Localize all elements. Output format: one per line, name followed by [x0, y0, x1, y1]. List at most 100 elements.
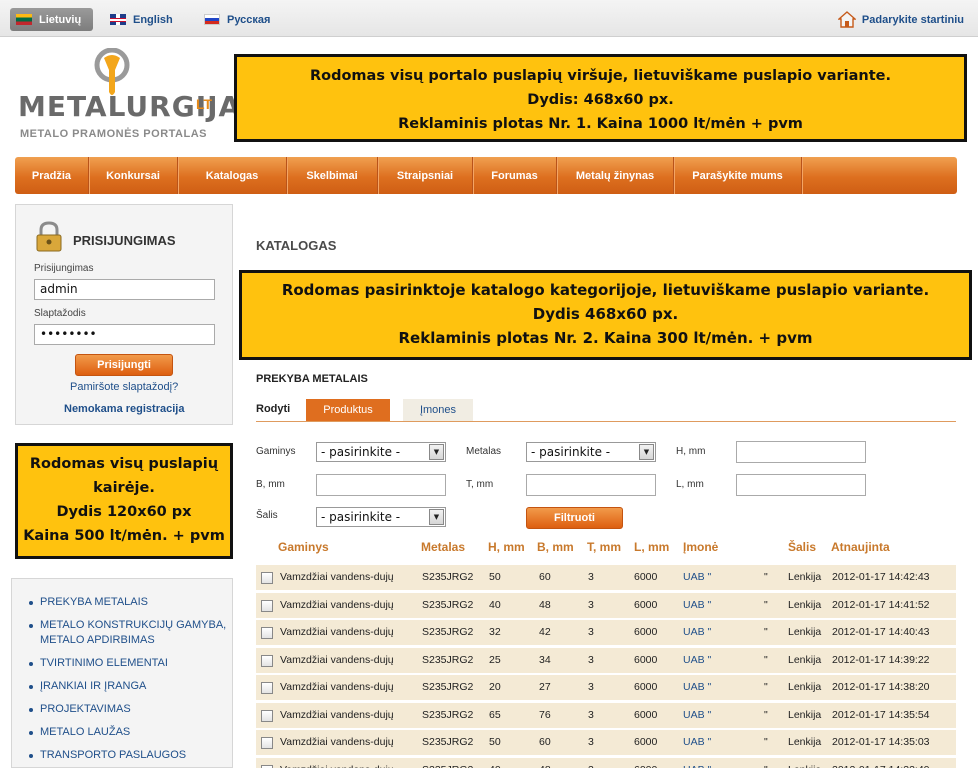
nav-item-contact[interactable]: Parašykite mums [674, 157, 802, 194]
cell-metal: S235JRG2 [422, 681, 474, 693]
lang-english[interactable]: English [110, 8, 173, 31]
product-select-value: - pasirinkite - [321, 445, 401, 459]
cell-length: 6000 [634, 764, 657, 768]
cell-product: Vamzdžiai vandens-dujų [280, 681, 394, 693]
lang-lithuanian[interactable]: Lietuvių [10, 8, 93, 31]
col-header-product[interactable]: Gaminys [278, 540, 329, 554]
category-item[interactable]: TVIRTINIMO ELEMENTAI [26, 656, 232, 671]
cell-height: 50 [489, 571, 501, 583]
col-header-length[interactable]: L, mm [634, 540, 669, 554]
metal-select[interactable]: - pasirinkite - ▼ [526, 442, 656, 462]
cell-company[interactable]: UAB " [683, 736, 711, 748]
tab-companies[interactable]: Įmones [403, 399, 473, 421]
cell-metal: S235JRG2 [422, 598, 474, 611]
lang-russian[interactable]: Русская [204, 8, 270, 31]
table-row[interactable]: Vamzdžiai vandens-dujų S235JRG2 40 48 3 6000 U… [256, 592, 956, 618]
category-item[interactable]: METALO LAUŽAS [26, 725, 232, 740]
cell-product: Vamzdžiai vandens-dujų [280, 708, 394, 721]
logo-subtitle: METALO PRAMONĖS PORTALAS [20, 128, 207, 140]
table-row[interactable]: Vamzdžiai vandens-dujų S235JRG2 25 34 3 6000 U… [256, 647, 956, 673]
row-checkbox[interactable] [261, 654, 273, 667]
category-item[interactable]: METALO KONSTRUKCIJŲ GAMYBA, METALO APDIR… [26, 618, 232, 648]
nav-item-catalog[interactable]: Katalogas [178, 157, 287, 194]
cell-company[interactable]: UAB " [683, 626, 711, 638]
cell-product: Vamzdžiai vandens-dujų [280, 598, 394, 611]
width-input[interactable] [316, 474, 446, 496]
height-input[interactable] [736, 441, 866, 463]
col-header-width[interactable]: B, mm [537, 540, 574, 554]
metal-filter-label: Metalas [466, 446, 502, 457]
cell-company[interactable]: UAB " [683, 571, 711, 583]
category-item[interactable]: TRANSPORTO PASLAUGOS [26, 748, 232, 763]
cell-company[interactable]: UAB " [683, 599, 711, 611]
cell-updated: 2012-01-17 14:35:54 [832, 708, 930, 721]
make-homepage-link[interactable]: Padarykite startiniu [837, 11, 964, 28]
category-list: PREKYBA METALAIS METALO KONSTRUKCIJŲ GAM… [11, 578, 233, 768]
row-checkbox[interactable] [261, 572, 273, 584]
col-header-company[interactable]: Įmonė [683, 540, 718, 554]
thickness-input[interactable] [526, 474, 656, 496]
site-logo[interactable]: METALURGIJA LT METALO PRAMONĖS PORTALAS [18, 48, 240, 148]
cell-company-suffix: " [764, 736, 768, 748]
row-checkbox[interactable] [261, 599, 273, 612]
nav-item-metal-handbook[interactable]: Metalų žinynas [557, 157, 674, 194]
thickness-filter-label: T, mm [466, 479, 494, 490]
cell-company[interactable]: UAB " [683, 654, 711, 666]
ad-banner-top[interactable]: Rodomas visų portalo puslapių viršuje, l… [234, 54, 967, 142]
login-button[interactable]: Prisijungti [75, 354, 173, 376]
length-input[interactable] [736, 474, 866, 496]
cell-company[interactable]: UAB " [683, 709, 711, 721]
length-filter-label: L, mm [676, 479, 704, 490]
cell-length: 6000 [634, 571, 658, 583]
row-checkbox[interactable] [261, 627, 273, 639]
table-row[interactable]: Vamzdžiai vandens-dujų S235JRG2 50 60 3 6000 U… [256, 565, 956, 590]
nav-item-forum[interactable]: Forumas [473, 157, 557, 194]
ad-banner-catalog[interactable]: Rodomas pasirinktoje katalogo kategorijo… [239, 270, 972, 360]
row-checkbox[interactable] [261, 737, 273, 749]
table-row[interactable]: Vamzdžiai vandens-dujų S235JRG2 32 42 3 6000 U… [256, 620, 956, 645]
product-select[interactable]: - pasirinkite - ▼ [316, 442, 446, 462]
country-select[interactable]: - pasirinkite - ▼ [316, 507, 446, 527]
nav-item-home[interactable]: Pradžia [15, 157, 89, 194]
register-link[interactable]: Nemokama registracija [64, 403, 184, 415]
nav-item-articles[interactable]: Straipsniai [378, 157, 473, 194]
category-item[interactable]: PROJEKTAVIMAS [26, 702, 232, 717]
cell-height: 32 [489, 626, 501, 638]
cell-updated: 2012-01-17 14:42:43 [832, 571, 930, 583]
row-checkbox[interactable] [261, 682, 273, 694]
table-row[interactable]: Vamzdžiai vandens-dujų S235JRG2 50 60 3 6000 U… [256, 730, 956, 755]
col-header-height[interactable]: H, mm [488, 540, 525, 554]
forgot-password-link[interactable]: Pamiršote slaptažodį? [70, 381, 178, 393]
nav-item-tenders[interactable]: Konkursai [89, 157, 178, 194]
row-checkbox[interactable] [261, 709, 273, 722]
password-input[interactable]: •••••••• [34, 324, 215, 345]
cell-company[interactable]: UAB " [683, 681, 711, 693]
col-header-thickness[interactable]: T, mm [587, 540, 621, 554]
cell-metal: S235JRG2 [422, 708, 474, 721]
table-row[interactable]: Vamzdžiai vandens-dujų S235JRG2 65 76 3 6000 U… [256, 702, 956, 728]
cell-length: 6000 [634, 736, 658, 748]
cell-company[interactable]: UAB " [683, 764, 711, 768]
category-item[interactable]: ĮRANKIAI IR ĮRANGA [26, 679, 232, 694]
nav-item-ads[interactable]: Skelbimai [287, 157, 378, 194]
cell-height: 25 [489, 653, 501, 666]
password-label: Slaptažodis [34, 308, 86, 319]
filter-button[interactable]: Filtruoti [526, 507, 623, 529]
tab-products[interactable]: Produktus [306, 399, 390, 421]
category-item[interactable]: PREKYBA METALAIS [26, 595, 232, 610]
metal-select-value: - pasirinkite - [531, 445, 611, 459]
col-header-updated[interactable]: Atnaujinta [831, 540, 890, 554]
cell-updated: 2012-01-17 14:35:03 [832, 736, 930, 748]
cell-country: Lenkija [788, 626, 822, 638]
cell-thickness: 3 [588, 764, 594, 768]
ad-banner-left[interactable]: Rodomas visų puslapių kairėje. Dydis 120… [15, 443, 233, 559]
username-input[interactable]: admin [34, 279, 215, 300]
table-row[interactable]: Vamzdžiai vandens-dujų S235JRG2 40 48 3 6000 U… [256, 757, 956, 768]
col-header-country[interactable]: Šalis [788, 540, 816, 554]
cell-thickness: 3 [588, 736, 594, 748]
table-row[interactable]: Vamzdžiai vandens-dujų S235JRG2 20 27 3 6000 U… [256, 675, 956, 700]
cell-metal: S235JRG2 [422, 736, 474, 748]
cell-metal: S235JRG2 [422, 764, 473, 768]
row-checkbox[interactable] [261, 764, 273, 768]
col-header-metal[interactable]: Metalas [421, 540, 465, 554]
